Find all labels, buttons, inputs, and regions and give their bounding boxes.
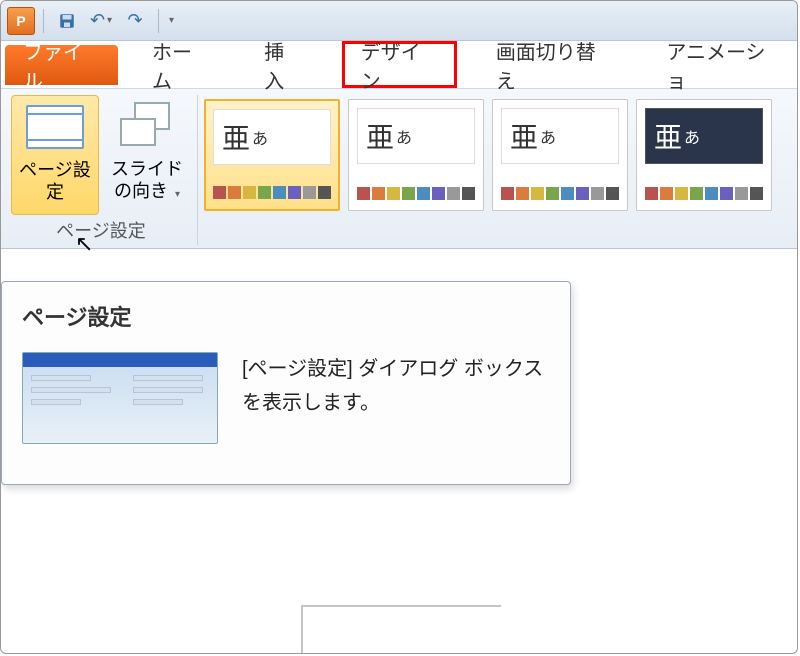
- redo-button[interactable]: ↷: [120, 6, 150, 36]
- document-area-edge: [301, 605, 501, 654]
- tab-design[interactable]: デザイン: [342, 41, 457, 88]
- customize-qat-dropdown[interactable]: ▾: [169, 15, 174, 26]
- theme-preview: 亜あ: [213, 109, 331, 165]
- page-setup-button[interactable]: ページ設定: [11, 95, 99, 215]
- themes-gallery: 亜あ 亜あ 亜あ 亜あ: [198, 95, 778, 215]
- undo-icon: ↶: [90, 10, 105, 31]
- save-icon: [58, 12, 76, 30]
- theme-swatches: [501, 187, 619, 200]
- tab-insert[interactable]: 挿入: [248, 41, 318, 88]
- theme-item[interactable]: 亜あ: [348, 99, 484, 211]
- tab-animations[interactable]: アニメーショ: [650, 41, 797, 88]
- screentip-description: [ページ設定] ダイアログ ボックスを表示します。: [242, 352, 550, 420]
- theme-preview: 亜あ: [501, 108, 619, 164]
- group-label: ページ設定: [56, 217, 146, 243]
- theme-swatches: [213, 186, 331, 199]
- chevron-down-icon: ▾: [175, 189, 180, 200]
- screentip-thumbnail: [22, 352, 218, 444]
- tab-home[interactable]: ホーム: [136, 41, 225, 88]
- separator: [43, 9, 44, 33]
- redo-icon: ↷: [127, 10, 142, 31]
- tab-file[interactable]: ファイル: [5, 45, 118, 85]
- chevron-down-icon: ▾: [107, 15, 112, 26]
- theme-preview: 亜あ: [645, 108, 763, 164]
- ribbon-tabs: ファイル ホーム 挿入 デザイン 画面切り替え アニメーショ: [1, 41, 797, 89]
- theme-item[interactable]: 亜あ: [636, 99, 772, 211]
- theme-preview: 亜あ: [357, 108, 475, 164]
- page-setup-label: ページ設定: [16, 160, 94, 203]
- theme-swatches: [357, 187, 475, 200]
- screentip-title: ページ設定: [22, 300, 550, 332]
- screentip: ページ設定 [ページ設定] ダイアログ ボックスを表示します。: [1, 281, 571, 485]
- page-setup-icon: [26, 105, 84, 149]
- slide-orientation-button[interactable]: スライドの向き ▾: [103, 95, 191, 215]
- save-button[interactable]: [52, 6, 82, 36]
- theme-swatches: [645, 187, 763, 200]
- undo-button[interactable]: ↶▾: [86, 6, 116, 36]
- separator: [158, 9, 159, 33]
- orientation-icon: [120, 102, 174, 150]
- group-page-setup: ページ設定 スライドの向き ▾ ページ設定: [5, 95, 198, 245]
- ribbon-design: ページ設定 スライドの向き ▾ ページ設定 亜あ 亜あ 亜あ: [1, 89, 797, 249]
- orientation-label: スライドの向き ▾: [107, 159, 187, 202]
- tab-transitions[interactable]: 画面切り替え: [480, 41, 627, 88]
- theme-item[interactable]: 亜あ: [204, 99, 340, 211]
- theme-item[interactable]: 亜あ: [492, 99, 628, 211]
- powerpoint-app-icon[interactable]: P: [7, 7, 35, 35]
